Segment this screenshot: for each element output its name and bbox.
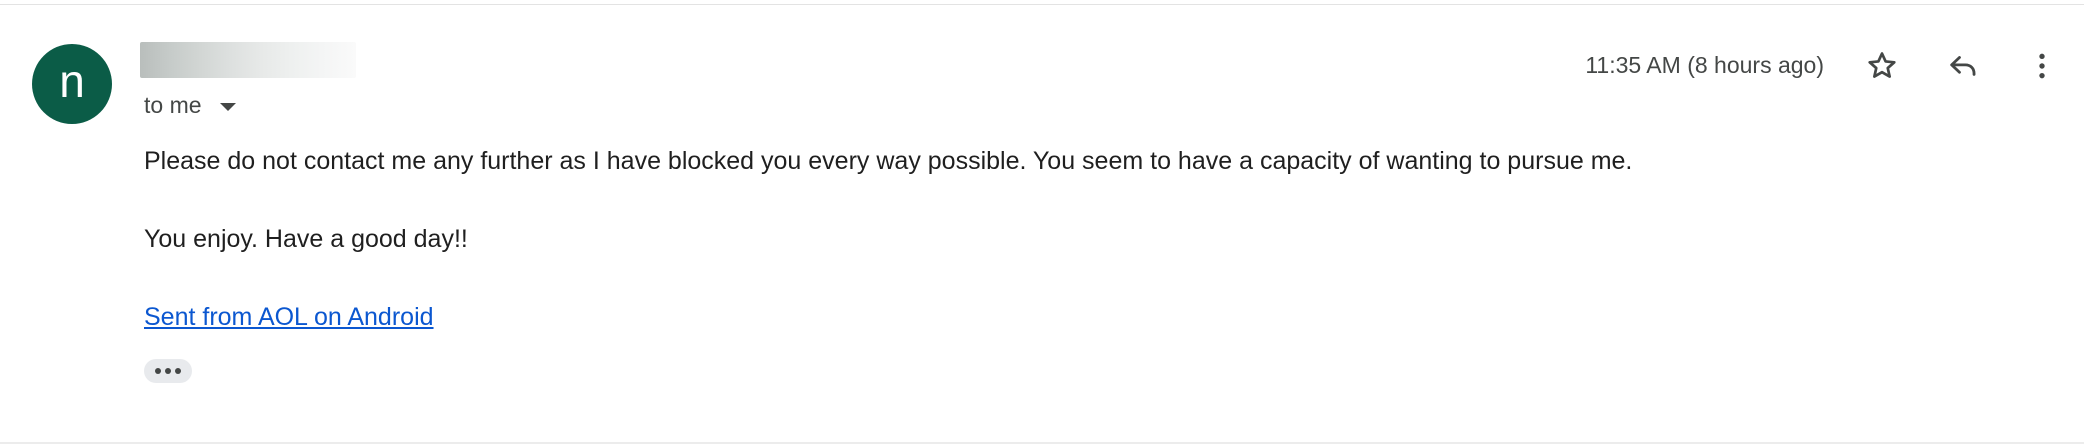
reply-button[interactable] xyxy=(1939,42,1987,90)
reply-icon xyxy=(1950,56,1976,76)
bottom-divider xyxy=(0,442,2084,444)
more-options-button[interactable] xyxy=(2018,42,2066,90)
star-icon xyxy=(1868,52,1896,78)
chevron-down-icon[interactable] xyxy=(219,102,236,111)
more-horiz-icon xyxy=(155,368,181,374)
message-body-line-2: You enjoy. Have a good day!! xyxy=(144,225,468,253)
sender-name-redacted[interactable] xyxy=(140,42,356,78)
top-divider xyxy=(0,4,2084,5)
message-body-line-1: Please do not contact me any further as … xyxy=(144,147,1633,175)
avatar-letter: n xyxy=(59,55,85,107)
show-trimmed-content-button[interactable] xyxy=(144,359,192,383)
star-button[interactable] xyxy=(1858,42,1906,90)
recipient-label: to me xyxy=(144,92,202,118)
avatar[interactable]: n xyxy=(32,44,112,124)
signature-link[interactable]: Sent from AOL on Android xyxy=(144,303,434,332)
more-vert-icon xyxy=(2039,53,2045,79)
recipient-row: to me xyxy=(144,92,236,119)
timestamp: 11:35 AM (8 hours ago) xyxy=(1585,52,1824,78)
